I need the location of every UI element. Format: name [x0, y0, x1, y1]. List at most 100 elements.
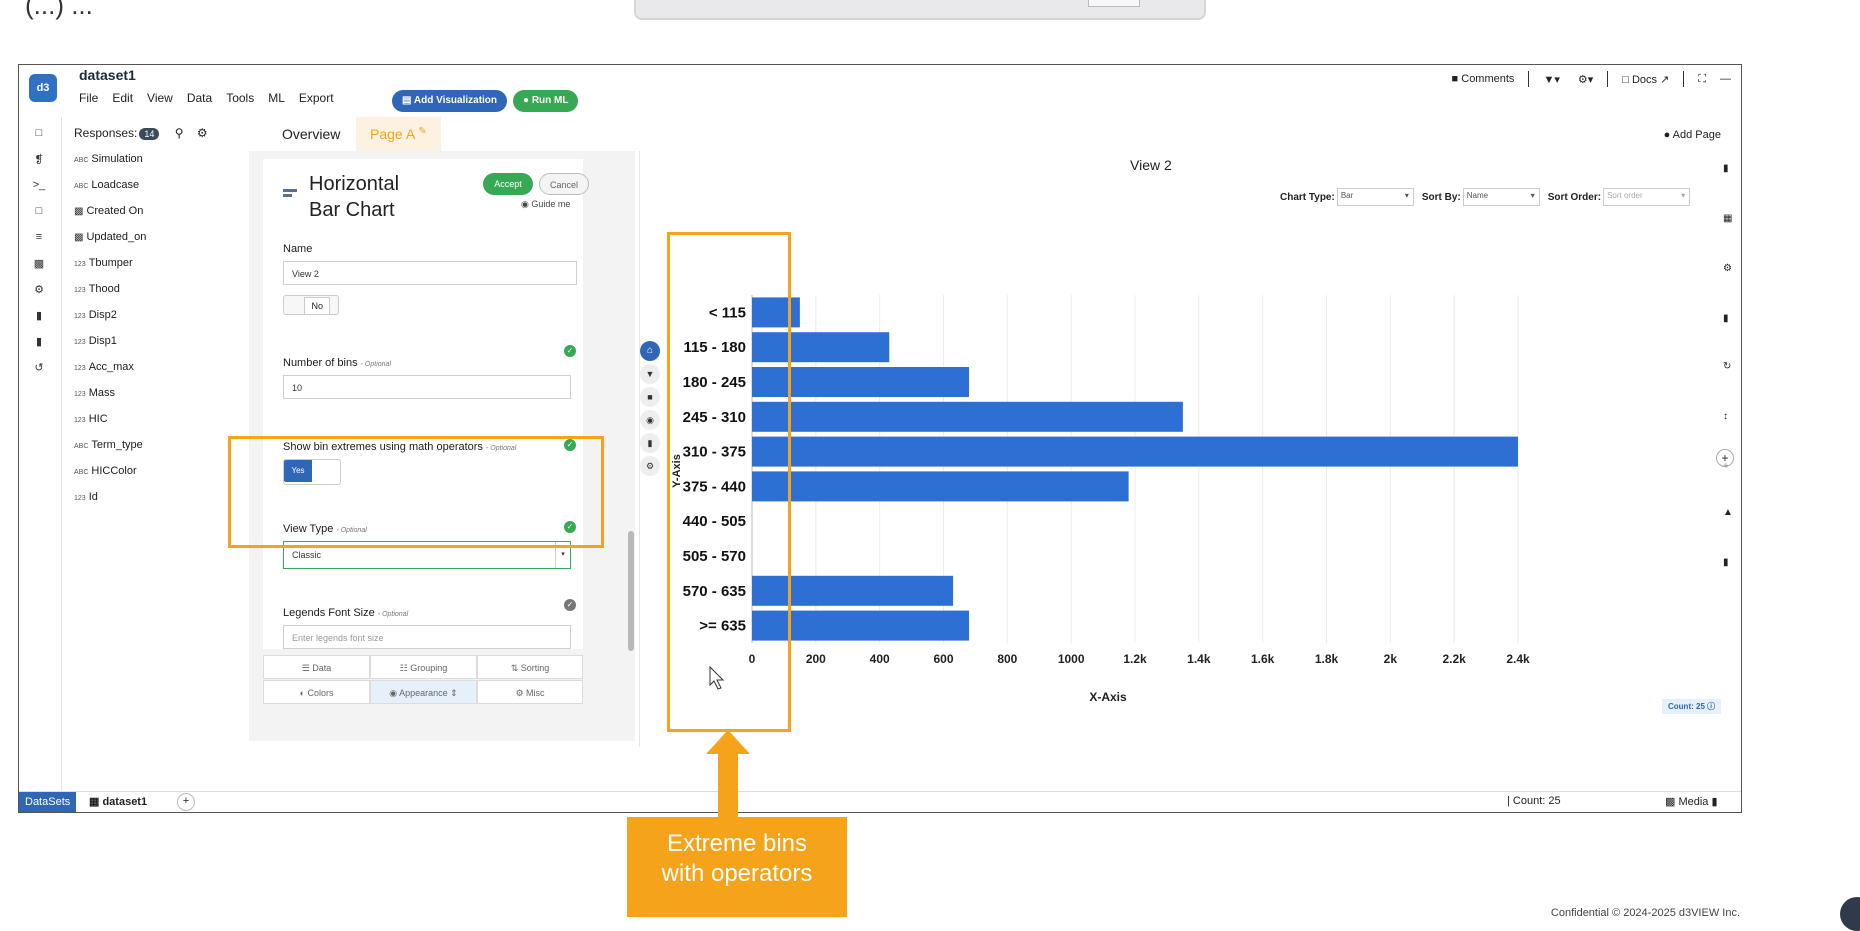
tab-page-a[interactable]: Page A ✎	[356, 117, 441, 151]
x-tick-label: 800	[997, 652, 1017, 666]
info-icon[interactable]: ❡	[31, 153, 47, 169]
list-icon[interactable]: ≡	[31, 231, 47, 247]
field-name: Term_type	[91, 439, 143, 451]
terminal-icon[interactable]: >_	[31, 179, 47, 195]
run-ml-button[interactable]: ● Run ML	[513, 90, 579, 112]
field-item[interactable]: 123 Id	[74, 491, 98, 503]
menu-tools[interactable]: Tools	[226, 91, 254, 105]
name-input[interactable]: View 2	[283, 261, 577, 285]
history-icon[interactable]: ↺	[31, 361, 47, 377]
legends-input[interactable]: Enter legends font size	[283, 625, 571, 649]
name-label: Name	[283, 243, 313, 255]
field-item[interactable]: ▩ Updated_on	[74, 231, 146, 243]
edit-icon[interactable]: ✎	[418, 126, 426, 137]
panel-scrollbar[interactable]	[628, 531, 634, 651]
filter-icon[interactable]: ▼▾	[1543, 73, 1559, 86]
field-item[interactable]: 123 Disp1	[74, 335, 117, 347]
field-item[interactable]: 123 HIC	[74, 413, 108, 425]
add-dataset-icon[interactable]: +	[177, 793, 195, 811]
field-name: Acc_max	[88, 361, 134, 373]
tab-appearance[interactable]: ◉ Appearance ⇕	[370, 680, 477, 704]
chart-type-select[interactable]: Bar ▾	[1336, 188, 1414, 206]
add-page-button[interactable]: ● Add Page	[1664, 129, 1721, 141]
field-item[interactable]: 123 Thood	[74, 283, 120, 295]
field-item[interactable]: ABC Term_type	[74, 439, 143, 451]
media-button[interactable]: ▩ Media ▮	[1665, 795, 1718, 808]
merge-icon[interactable]: +	[1723, 461, 1729, 472]
add-visualization-button[interactable]: ▤ Add Visualization	[392, 90, 508, 112]
remove-icon[interactable]: ▮	[1723, 557, 1729, 568]
comments-button[interactable]: ■ Comments	[1452, 73, 1515, 85]
callout-arrow	[718, 752, 738, 820]
record-icon[interactable]: ◉	[640, 410, 660, 430]
filter-icon[interactable]: ▼	[640, 364, 660, 384]
accept-button[interactable]: Accept	[483, 173, 533, 195]
menu-export[interactable]: Export	[299, 91, 334, 105]
export-icon[interactable]: ▲	[1723, 507, 1733, 518]
field-item[interactable]: ABC Simulation	[74, 153, 143, 165]
dataset-title: dataset1	[79, 67, 136, 83]
stop-icon[interactable]: ■	[640, 387, 660, 407]
home-icon[interactable]: ⌂	[640, 341, 660, 361]
field-item[interactable]: ABC Loadcase	[74, 179, 139, 191]
menu-edit[interactable]: Edit	[112, 91, 133, 105]
monitor-icon[interactable]: □	[31, 127, 47, 143]
enlarge-icon[interactable]: ↕	[1723, 411, 1728, 422]
cancel-button[interactable]: Cancel	[539, 173, 589, 195]
bins-input[interactable]: 10	[283, 375, 571, 399]
field-item[interactable]: 123 Acc_max	[74, 361, 134, 373]
field-name: Id	[88, 491, 98, 503]
datasets-button[interactable]: DataSets	[19, 792, 77, 812]
refresh-icon[interactable]: ↻	[1723, 361, 1731, 372]
fullscreen-icon[interactable]: ⛶	[1698, 73, 1706, 86]
field-item[interactable]: ▩ Created On	[74, 205, 143, 217]
layout-icon[interactable]: ▦	[1723, 213, 1732, 224]
bar-chart-icon	[283, 189, 297, 199]
menu-ml[interactable]: ML	[268, 91, 285, 105]
sort-by-select[interactable]: Name ▾	[1462, 188, 1540, 206]
field-item[interactable]: ABC HICColor	[74, 465, 137, 477]
menu-data[interactable]: Data	[187, 91, 212, 105]
search-icon[interactable]: ⚲	[175, 126, 184, 140]
toggle-no[interactable]: No	[283, 295, 339, 315]
tab-overview[interactable]: Overview	[282, 126, 340, 142]
tab-data[interactable]: ☰ Data	[263, 655, 370, 679]
guide-me-link[interactable]: ◉ Guide me	[521, 199, 570, 210]
bar-chart: 0 200 400 600 800 1000 1.2k 1.4k 1.6k 1.8k 2k 2.2k 2…	[671, 295, 1530, 704]
minimize-icon[interactable]: —	[1720, 73, 1731, 85]
settings-icon[interactable]: ⚙▾	[1578, 73, 1593, 86]
dataset-tab[interactable]: ▦ dataset1	[89, 795, 147, 808]
menu-file[interactable]: File	[79, 91, 98, 105]
gear-icon[interactable]: ⚙	[197, 126, 208, 140]
clone-icon[interactable]: ▮	[1723, 313, 1729, 324]
gear-icon[interactable]: ⚙	[31, 283, 47, 299]
options-icon[interactable]: ⚙	[1723, 263, 1732, 274]
responses-header: Responses: 14 ⚲ ⚙	[74, 126, 208, 140]
image-icon[interactable]: ▩	[31, 257, 47, 273]
file-icon[interactable]: ▮	[31, 309, 47, 325]
x-tick-label: 2.4k	[1506, 652, 1530, 666]
square-icon[interactable]: □	[31, 205, 47, 221]
save-icon[interactable]: ▮	[640, 433, 660, 453]
field-type-icon: ▩	[74, 206, 84, 217]
settings-icon[interactable]: ⚙	[640, 456, 660, 476]
field-item[interactable]: 123 Disp2	[74, 309, 117, 321]
x-tick-label: 400	[870, 652, 890, 666]
field-item[interactable]: 123 Tbumper	[74, 257, 133, 269]
callout-box: Extreme bins with operators	[627, 817, 847, 917]
menu-view[interactable]: View	[147, 91, 173, 105]
tab-sorting[interactable]: ⇅ Sorting	[477, 655, 583, 679]
chart-icon[interactable]: ▮	[1723, 163, 1729, 174]
tab-grouping[interactable]: ☷ Grouping	[370, 655, 477, 679]
tab-colors[interactable]: ◐ Colors	[263, 680, 370, 704]
legends-status-icon: ✓	[564, 599, 576, 611]
file2-icon[interactable]: ▮	[31, 335, 47, 351]
field-type-icon: 123	[74, 417, 86, 424]
sort-order-select[interactable]: Sort order ▾	[1603, 188, 1691, 206]
field-item[interactable]: 123 Mass	[74, 387, 115, 399]
field-type-icon: ABC	[74, 469, 89, 476]
highlight-bin-labels	[667, 232, 791, 732]
docs-link[interactable]: □ Docs ↗	[1622, 73, 1669, 86]
field-name: Tbumper	[88, 257, 133, 269]
tab-misc[interactable]: ⚙ Misc	[477, 680, 583, 704]
